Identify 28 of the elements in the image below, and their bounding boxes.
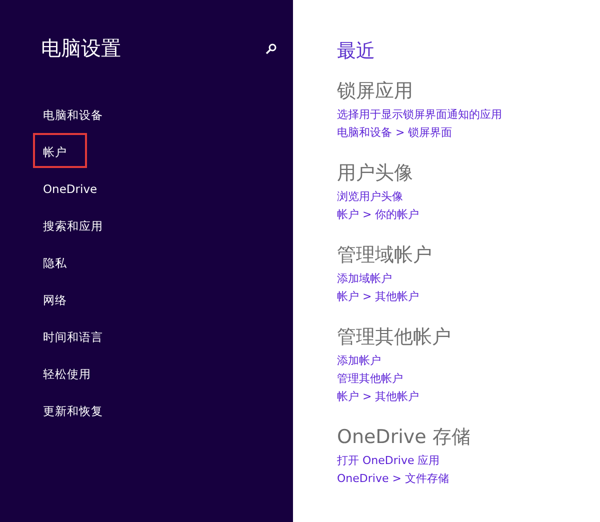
nav-item[interactable]: 电脑和设备 bbox=[33, 96, 113, 131]
nav-item[interactable]: 帐户 bbox=[33, 133, 87, 168]
nav-item[interactable]: OneDrive bbox=[33, 170, 108, 205]
section-heading: 管理其他帐户 bbox=[337, 325, 452, 350]
settings-link[interactable]: 打开 OneDrive 应用 bbox=[337, 452, 440, 470]
settings-link[interactable]: 浏览用户头像 bbox=[337, 188, 403, 206]
recent-heading: 最近 bbox=[337, 39, 376, 64]
section-heading: 管理域帐户 bbox=[337, 243, 433, 268]
settings-link[interactable]: 选择用于显示锁屏界面通知的应用 bbox=[337, 106, 502, 124]
settings-link[interactable]: 帐户 > 其他帐户 bbox=[337, 288, 420, 306]
settings-link[interactable]: 添加帐户 bbox=[337, 352, 381, 370]
section-heading: 用户头像 bbox=[337, 161, 414, 186]
nav-item[interactable]: 轻松使用 bbox=[33, 355, 101, 390]
nav-item[interactable]: 更新和恢复 bbox=[33, 392, 113, 427]
search-icon[interactable] bbox=[265, 42, 277, 54]
nav-item[interactable]: 隐私 bbox=[33, 244, 87, 279]
section-heading: 锁屏应用 bbox=[337, 79, 414, 104]
settings-link[interactable]: OneDrive > 文件存储 bbox=[337, 470, 449, 488]
settings-link[interactable]: 帐户 > 其他帐户 bbox=[337, 388, 420, 406]
settings-link[interactable]: 电脑和设备 > 锁屏界面 bbox=[337, 124, 452, 142]
settings-link[interactable]: 帐户 > 你的帐户 bbox=[337, 206, 420, 224]
settings-title: 电脑设置 bbox=[41, 35, 121, 62]
nav-item[interactable]: 时间和语言 bbox=[33, 318, 113, 353]
settings-link[interactable]: 添加域帐户 bbox=[337, 270, 392, 288]
section-heading: OneDrive 存储 bbox=[337, 425, 472, 450]
nav-item[interactable]: 网络 bbox=[33, 281, 87, 316]
nav-item[interactable]: 搜索和应用 bbox=[33, 207, 113, 242]
settings-link[interactable]: 管理其他帐户 bbox=[337, 370, 403, 388]
